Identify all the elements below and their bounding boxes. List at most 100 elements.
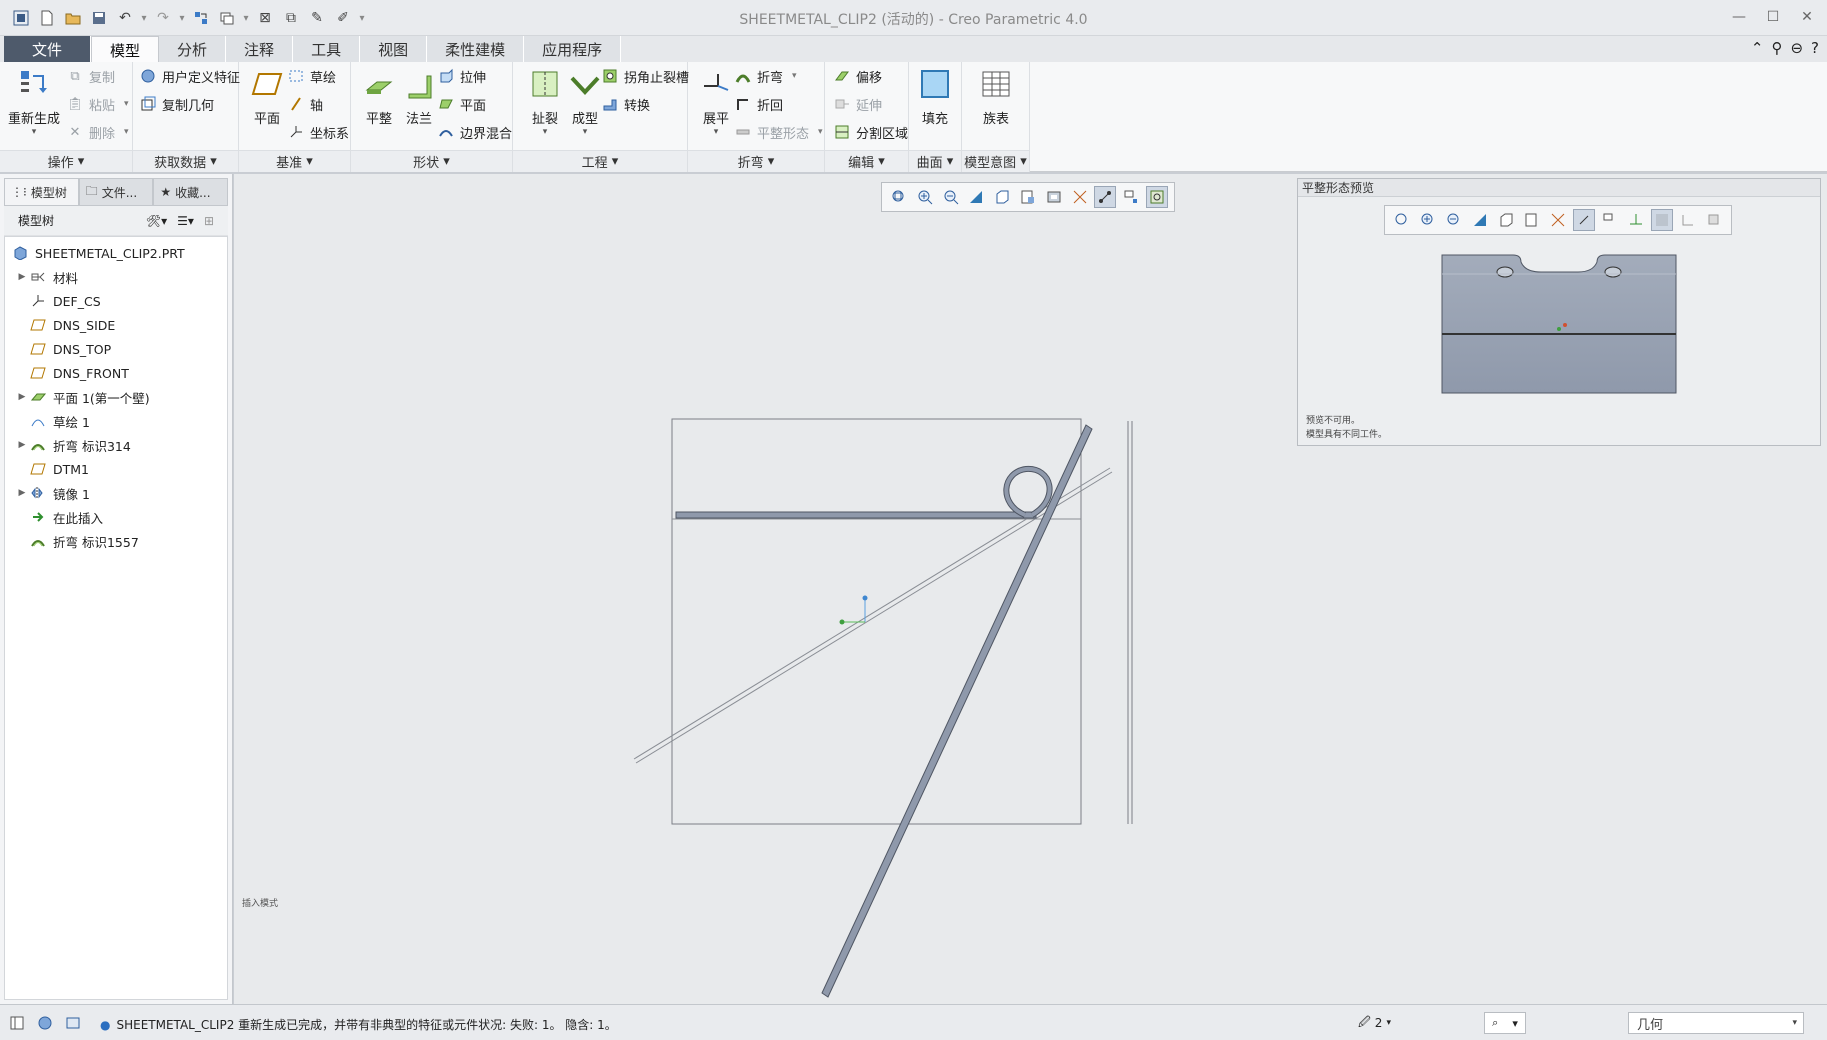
- tab-annotate[interactable]: 注释: [226, 36, 294, 62]
- search-icon[interactable]: ⚲: [1771, 39, 1782, 57]
- preview-saved-views-icon[interactable]: [1521, 209, 1543, 231]
- shape-plane-button[interactable]: 平面: [437, 93, 486, 115]
- split-area-button[interactable]: 分割区域: [833, 121, 908, 143]
- minimize-ribbon-icon[interactable]: ⌃: [1751, 39, 1764, 57]
- preview-zoom-in-icon[interactable]: [1417, 209, 1439, 231]
- convert-button[interactable]: 转换: [601, 93, 650, 115]
- tree-display-icon[interactable]: ☰▾: [177, 214, 194, 228]
- axis-button[interactable]: 轴: [287, 93, 323, 115]
- tab-view[interactable]: 视图: [360, 36, 428, 62]
- group-editing-label[interactable]: 编辑 ▾: [825, 150, 908, 172]
- graphics-window[interactable]: 插入模式 平整形态预览 预览不可用。 模型具有不同工件。: [234, 174, 1827, 1004]
- tree-item[interactable]: ▶ 材料: [5, 265, 227, 289]
- preview-dims-icon[interactable]: [1677, 209, 1699, 231]
- preview-refit-icon[interactable]: [1391, 209, 1413, 231]
- group-get-data-label[interactable]: 获取数据 ▾: [133, 150, 238, 172]
- tree-settings-icon[interactable]: 🛠︎▾: [146, 214, 167, 228]
- tab-analysis[interactable]: 分析: [159, 36, 227, 62]
- corner-relief-button[interactable]: 拐角止裂槽: [601, 65, 689, 87]
- preview-copy-icon[interactable]: [1703, 209, 1725, 231]
- repaint-icon[interactable]: [965, 186, 987, 208]
- sheetmetal-model-view[interactable]: [620, 404, 1420, 1004]
- preview-repaint-icon[interactable]: [1469, 209, 1491, 231]
- find-button[interactable]: ⌕ ▾: [1484, 1012, 1526, 1034]
- group-shapes-label[interactable]: 形状 ▾: [351, 150, 512, 172]
- expand-arrow-icon[interactable]: ▶: [15, 488, 29, 498]
- extrude-button[interactable]: 拉伸: [437, 65, 486, 87]
- group-bends-label[interactable]: 折弯 ▾: [688, 150, 824, 172]
- tab-applications[interactable]: 应用程序: [524, 36, 622, 62]
- tab-model-tree[interactable]: ⋮⁝ 模型树: [4, 178, 79, 206]
- boundary-blend-button[interactable]: 边界混合: [437, 121, 512, 143]
- tree-item[interactable]: ▶ 平面 1(第一个壁): [5, 385, 227, 409]
- paste-button[interactable]: 📋︎ 粘贴 ▾: [66, 93, 129, 115]
- tab-flexible-modeling[interactable]: 柔性建模: [427, 36, 525, 62]
- display-style-icon[interactable]: [991, 186, 1013, 208]
- expand-arrow-icon[interactable]: ▶: [15, 392, 29, 402]
- spin-center-icon[interactable]: [1146, 186, 1169, 208]
- tree-item[interactable]: DNS_TOP: [5, 337, 227, 361]
- regenerate-button[interactable]: 重新生成 ▾: [8, 68, 60, 137]
- tree-item[interactable]: DNS_FRONT: [5, 361, 227, 385]
- preview-shaded-icon[interactable]: [1651, 209, 1673, 231]
- preview-annotation-icon[interactable]: [1599, 209, 1621, 231]
- bend-button[interactable]: 折弯 ▾: [734, 65, 797, 87]
- refit-icon[interactable]: [888, 186, 910, 208]
- flat-state-button[interactable]: 平整形态 ▾: [734, 121, 823, 143]
- datum-display-icon[interactable]: [1094, 186, 1117, 208]
- copy-geometry-button[interactable]: 复制几何: [139, 93, 214, 115]
- udf-button[interactable]: 用户定义特征: [139, 65, 240, 87]
- preview-perspective-icon[interactable]: [1547, 209, 1569, 231]
- tree-item[interactable]: ▶ 折弯 标识314: [5, 433, 227, 457]
- preview-display-style-icon[interactable]: [1495, 209, 1517, 231]
- delete-button[interactable]: ✕ 删除 ▾: [66, 121, 129, 143]
- browser-icon[interactable]: [34, 1012, 56, 1034]
- group-datum-label[interactable]: 基准 ▾: [239, 150, 350, 172]
- tab-folder-browser[interactable]: 🗀︎ 文件...: [78, 178, 154, 206]
- tree-item[interactable]: 在此插入: [5, 505, 227, 529]
- fill-button[interactable]: 填充: [909, 68, 961, 127]
- family-table-button[interactable]: 族表: [970, 68, 1022, 127]
- copy-button[interactable]: ⧉ 复制: [66, 65, 115, 87]
- offset-button[interactable]: 偏移: [833, 65, 882, 87]
- saved-views-icon[interactable]: [1017, 186, 1039, 208]
- help-icon[interactable]: ?: [1811, 39, 1819, 57]
- tree-item[interactable]: DEF_CS: [5, 289, 227, 313]
- tab-tools[interactable]: 工具: [293, 36, 361, 62]
- view-manager-icon[interactable]: [1043, 186, 1065, 208]
- zoom-in-icon[interactable]: [914, 186, 936, 208]
- preview-orient-icon[interactable]: [1625, 209, 1647, 231]
- extend-button[interactable]: 延伸: [833, 93, 882, 115]
- close-button[interactable]: ✕: [1793, 6, 1821, 28]
- tab-favorites[interactable]: ★ 收藏...: [153, 178, 229, 206]
- tree-item[interactable]: DTM1: [5, 457, 227, 481]
- tree-item[interactable]: DNS_SIDE: [5, 313, 227, 337]
- perspective-icon[interactable]: [1069, 186, 1091, 208]
- csys-button[interactable]: 坐标系: [287, 121, 349, 143]
- tab-model[interactable]: 模型: [91, 36, 160, 63]
- community-icon[interactable]: ⊖: [1790, 39, 1803, 57]
- selected-items[interactable]: 🖉︎ 2 ▾: [1358, 1012, 1418, 1034]
- preview-datum-display-icon[interactable]: [1573, 209, 1595, 231]
- bend-back-button[interactable]: 折回: [734, 93, 783, 115]
- tab-file[interactable]: 文件: [4, 36, 92, 62]
- group-model-intent-label[interactable]: 模型意图 ▾: [962, 150, 1029, 172]
- group-engineering-label[interactable]: 工程 ▾: [513, 150, 687, 172]
- sketch-button[interactable]: 草绘: [287, 65, 336, 87]
- group-surfaces-label[interactable]: 曲面 ▾: [909, 150, 961, 172]
- zoom-out-icon[interactable]: [940, 186, 962, 208]
- tree-item[interactable]: 草绘 1: [5, 409, 227, 433]
- preview-zoom-out-icon[interactable]: [1443, 209, 1465, 231]
- maximize-button[interactable]: ☐: [1759, 6, 1787, 28]
- tree-item[interactable]: ▶ 镜像 1: [5, 481, 227, 505]
- tree-item[interactable]: 折弯 标识1557: [5, 529, 227, 553]
- annotation-display-icon[interactable]: [1120, 186, 1142, 208]
- selection-filter[interactable]: 几何 ▾: [1628, 1012, 1804, 1034]
- group-operations-label[interactable]: 操作 ▾: [0, 150, 132, 172]
- minimize-button[interactable]: —: [1725, 6, 1753, 28]
- expand-arrow-icon[interactable]: ▶: [15, 440, 29, 450]
- tree-item[interactable]: SHEETMETAL_CLIP2.PRT: [5, 241, 227, 265]
- toggle-navigator-icon[interactable]: [6, 1012, 28, 1034]
- tree-filter-icon[interactable]: ⊞: [204, 214, 214, 228]
- full-screen-icon[interactable]: [62, 1012, 84, 1034]
